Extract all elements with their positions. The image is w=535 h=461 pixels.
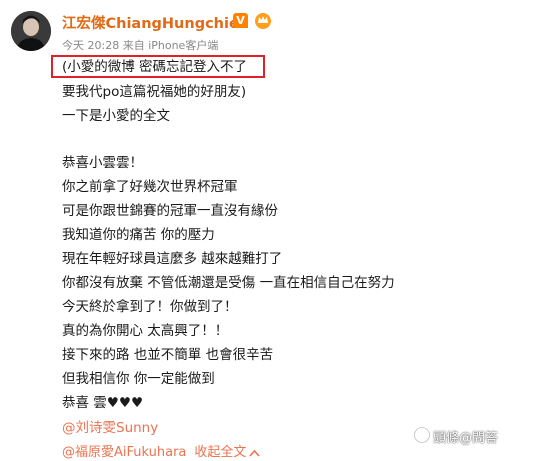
- post-line: 接下來的路 也並不簡單 也會很辛苦: [62, 347, 274, 363]
- post-line: 可是你跟世錦賽的冠軍一直沒有緣份: [62, 203, 278, 219]
- username[interactable]: 江宏傑ChiangHungchieh: [62, 12, 249, 33]
- avatar[interactable]: [11, 11, 51, 51]
- crown-icon: [255, 13, 271, 29]
- post-line: 但我相信你 你一定能做到: [62, 371, 215, 387]
- watermark: 頭條@問答: [433, 431, 499, 446]
- mention-line: @刘诗雯Sunny: [62, 420, 158, 437]
- post-line: 現在年輕好球員這麼多 越來越難打了: [62, 251, 283, 267]
- verified-badge-icon: V: [233, 13, 248, 28]
- post-line: 一下是小愛的全文: [62, 108, 170, 124]
- post-meta: 今天 20:28 来自 iPhone客户端: [62, 39, 219, 52]
- post-line: 我知道你的痛苦 你的壓力: [62, 227, 215, 243]
- post-line: 你都沒有放棄 不管低潮還是受傷 一直在相信自己在努力: [62, 275, 395, 291]
- post-line: 真的為你開心 太高興了！！: [62, 323, 229, 339]
- mention-link-liushiwen[interactable]: @刘诗雯Sunny: [62, 420, 158, 436]
- watermark-logo-icon: [413, 426, 431, 444]
- post-line: (小愛的微博 密碼忘記登入不了: [62, 59, 248, 75]
- post-line: 今天終於拿到了！你做到了！: [62, 299, 238, 315]
- post-line: 要我代po這篇祝福她的好朋友): [62, 84, 247, 100]
- post-line: 恭喜小雲雲！: [62, 155, 143, 171]
- post-line: 恭喜 雲♥♥♥: [62, 395, 144, 411]
- post-line: 你之前拿了好幾次世界杯冠軍: [62, 179, 238, 195]
